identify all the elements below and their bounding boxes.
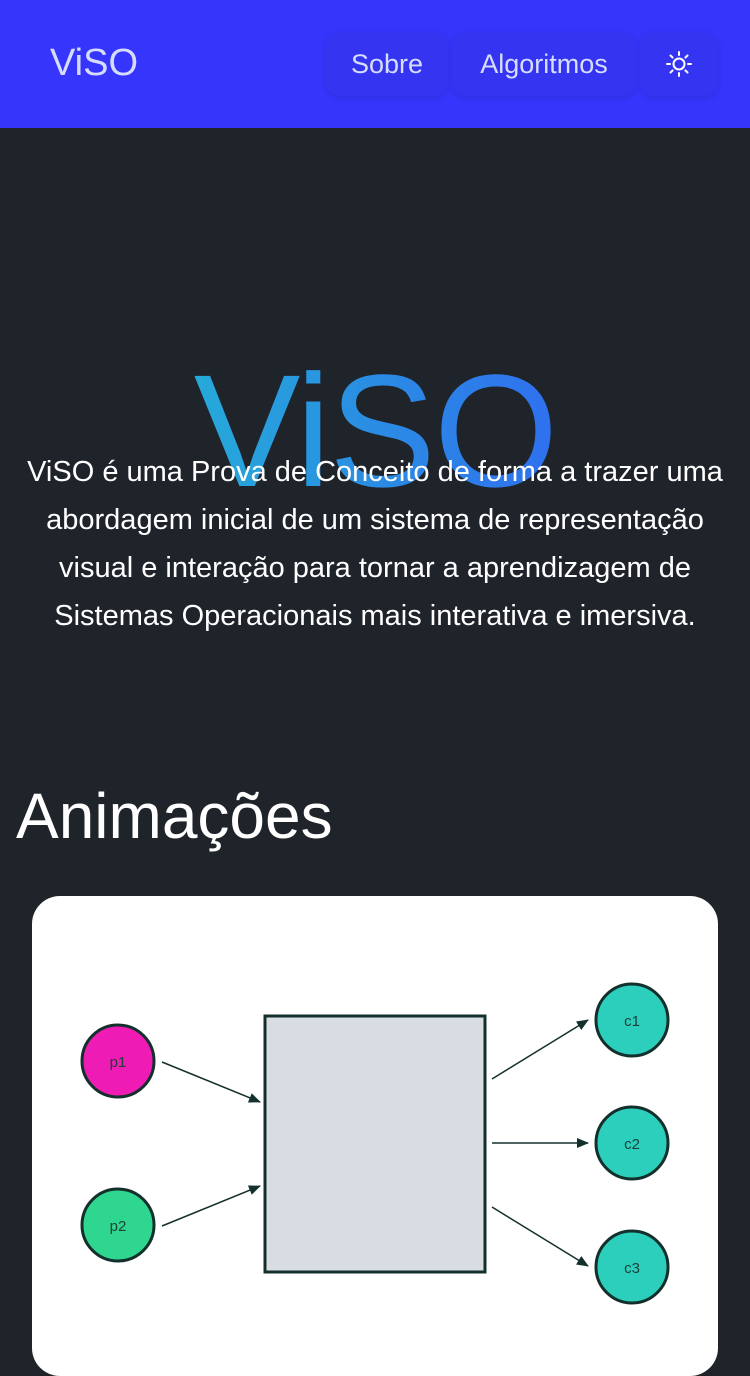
consumer-label-c2: c2: [624, 1136, 640, 1153]
consumer-node-c2: c2: [594, 1105, 670, 1181]
theme-toggle-button[interactable]: [640, 32, 718, 96]
nav-link-sobre[interactable]: Sobre: [326, 32, 448, 96]
consumer-node-c1: c1: [594, 982, 670, 1058]
brand-link[interactable]: ViSO: [50, 38, 138, 88]
nav-link-algoritmos[interactable]: Algoritmos: [452, 32, 636, 96]
hero-description: ViSO é uma Prova de Conceito de forma a …: [27, 456, 723, 632]
consumer-label-c1: c1: [624, 1013, 640, 1030]
arrow-p2-buffer: [161, 1185, 261, 1227]
producer-label-p1: p1: [110, 1054, 127, 1071]
consumer-label-c3: c3: [624, 1260, 640, 1277]
consumer-node-c3: c3: [594, 1229, 670, 1305]
animations-section-title: Animações: [16, 780, 333, 852]
arrow-buffer-c3: [491, 1206, 589, 1267]
buffer-box: [263, 1014, 487, 1274]
arrow-p1-buffer: [161, 1061, 261, 1103]
arrow-buffer-c1: [491, 1019, 589, 1080]
producer-consumer-diagram: p1 p2 c1 c2 c3: [80, 982, 670, 1305]
producer-label-p2: p2: [110, 1218, 127, 1235]
navbar: ViSO Sobre Algoritmos: [0, 0, 750, 128]
animation-card: p1 p2 c1 c2 c3: [32, 896, 718, 1376]
producer-node-p2: p2: [80, 1187, 156, 1263]
producer-node-p1: p1: [80, 1023, 156, 1099]
sun-icon: [666, 51, 692, 77]
